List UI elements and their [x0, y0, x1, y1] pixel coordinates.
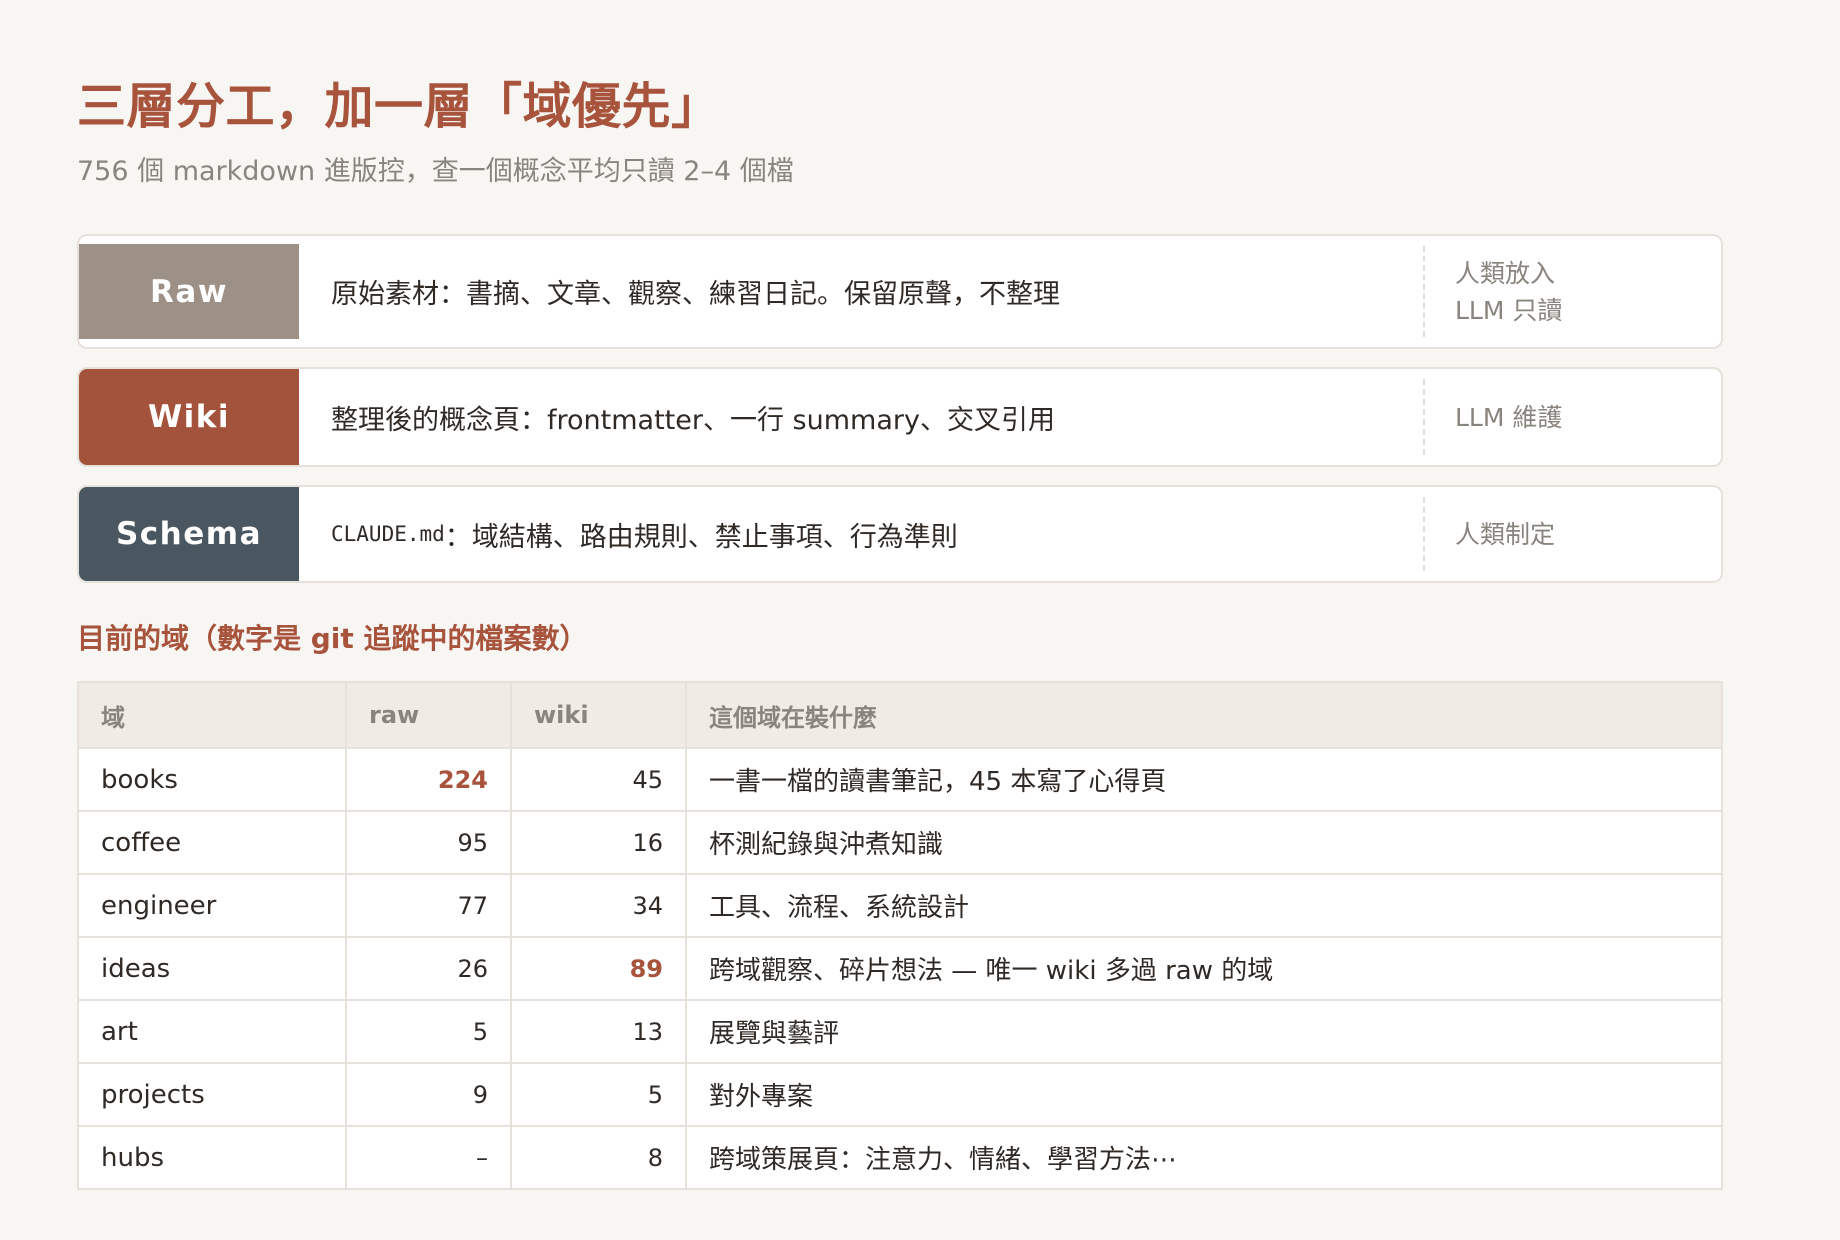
- cell-domain: engineer: [77, 873, 347, 938]
- cell-description: 對外專案: [685, 1062, 1723, 1127]
- cell-wiki-count: 45: [510, 747, 687, 812]
- table-row: books 224 45 一書一檔的讀書筆記，45 本寫了心得頁: [77, 747, 1723, 812]
- cell-wiki-count: 5: [510, 1062, 687, 1127]
- layer-badge-raw: Raw: [79, 244, 299, 339]
- table-row: projects 9 5 對外專案: [77, 1062, 1723, 1127]
- cell-domain: books: [77, 747, 347, 812]
- page: 三層分工，加一層「域優先」 756 個 markdown 進版控，查一個概念平均…: [0, 0, 1840, 1240]
- layer-badge-wiki: Wiki: [79, 369, 299, 465]
- layer-description-raw: 原始素材：書摘、文章、觀察、練習日記。保留原聲，不整理: [331, 279, 1060, 310]
- column-header-wiki: wiki: [510, 681, 687, 749]
- cell-description: 跨域策展頁：注意力、情緒、學習方法⋯: [685, 1125, 1723, 1190]
- layer-description-schema: CLAUDE.md ：域結構、路由規則、禁止事項、行為準則: [299, 487, 1423, 581]
- cell-raw-count: 77: [345, 873, 512, 938]
- cell-raw-count: 5: [345, 999, 512, 1064]
- cell-raw-count: 26: [345, 936, 512, 1001]
- column-header-description: 這個域在裝什麼: [685, 681, 1723, 749]
- cell-wiki-count: 16: [510, 810, 687, 875]
- table-row: hubs – 8 跨域策展頁：注意力、情緒、學習方法⋯: [77, 1125, 1723, 1190]
- cell-description: 一書一檔的讀書筆記，45 本寫了心得頁: [685, 747, 1723, 812]
- layer-badge-schema: Schema: [79, 487, 299, 581]
- code-filename: CLAUDE.md: [331, 522, 445, 546]
- cell-raw-count: 9: [345, 1062, 512, 1127]
- layer-owner-wiki: LLM 維護: [1423, 379, 1721, 455]
- layer-owner-schema: 人類制定: [1423, 497, 1721, 571]
- layer-owner-line: LLM 維護: [1455, 402, 1563, 432]
- cell-domain: projects: [77, 1062, 347, 1127]
- layer-owner-line: LLM 只讀: [1455, 295, 1563, 325]
- cell-raw-count: 95: [345, 810, 512, 875]
- layer-owner-line: 人類放入: [1455, 258, 1556, 288]
- layer-description-wiki: 整理後的概念頁：frontmatter、一行 summary、交叉引用: [331, 404, 1055, 436]
- cell-wiki-count: 8: [510, 1125, 687, 1190]
- table-header-row: 域 raw wiki 這個域在裝什麼: [77, 681, 1723, 749]
- cell-domain: ideas: [77, 936, 347, 1001]
- domains-table: 域 raw wiki 這個域在裝什麼 books 224 45 一書一檔的讀書筆…: [77, 681, 1723, 1190]
- column-header-domain: 域: [77, 681, 347, 749]
- cell-wiki-count: 89: [510, 936, 687, 1001]
- table-row: art 5 13 展覽與藝評: [77, 999, 1723, 1064]
- layers-list: Raw 原始素材：書摘、文章、觀察、練習日記。保留原聲，不整理 人類放入 LLM…: [77, 234, 1723, 583]
- cell-description: 杯測紀錄與沖煮知識: [685, 810, 1723, 875]
- table-row: ideas 26 89 跨域觀察、碎片想法 — 唯一 wiki 多過 raw 的…: [77, 936, 1723, 1001]
- cell-description: 跨域觀察、碎片想法 — 唯一 wiki 多過 raw 的域: [685, 936, 1723, 1001]
- layer-card-wiki: Wiki 整理後的概念頁：frontmatter、一行 summary、交叉引用…: [77, 367, 1723, 467]
- column-header-raw: raw: [345, 681, 512, 749]
- layer-description-text: ：域結構、路由規則、禁止事項、行為準則: [444, 521, 958, 553]
- layer-owner-raw: 人類放入 LLM 只讀: [1423, 246, 1721, 337]
- cell-raw-count: 224: [345, 747, 512, 812]
- cell-wiki-count: 34: [510, 873, 687, 938]
- layer-card-raw: Raw 原始素材：書摘、文章、觀察、練習日記。保留原聲，不整理 人類放入 LLM…: [77, 234, 1723, 349]
- cell-domain: coffee: [77, 810, 347, 875]
- section-heading: 目前的域（數字是 git 追蹤中的檔案數）: [77, 622, 588, 655]
- table-row: engineer 77 34 工具、流程、系統設計: [77, 873, 1723, 938]
- table-row: coffee 95 16 杯測紀錄與沖煮知識: [77, 810, 1723, 875]
- cell-raw-count: –: [345, 1125, 512, 1190]
- page-subtitle: 756 個 markdown 進版控，查一個概念平均只讀 2–4 個檔: [77, 156, 794, 187]
- page-title: 三層分工，加一層「域優先」: [77, 78, 721, 135]
- cell-description: 工具、流程、系統設計: [685, 873, 1723, 938]
- cell-description: 展覽與藝評: [685, 999, 1723, 1064]
- layer-owner-line: 人類制定: [1455, 519, 1556, 549]
- cell-domain: art: [77, 999, 347, 1064]
- cell-domain: hubs: [77, 1125, 347, 1190]
- cell-wiki-count: 13: [510, 999, 687, 1064]
- layer-card-schema: Schema CLAUDE.md ：域結構、路由規則、禁止事項、行為準則 人類制定: [77, 485, 1723, 583]
